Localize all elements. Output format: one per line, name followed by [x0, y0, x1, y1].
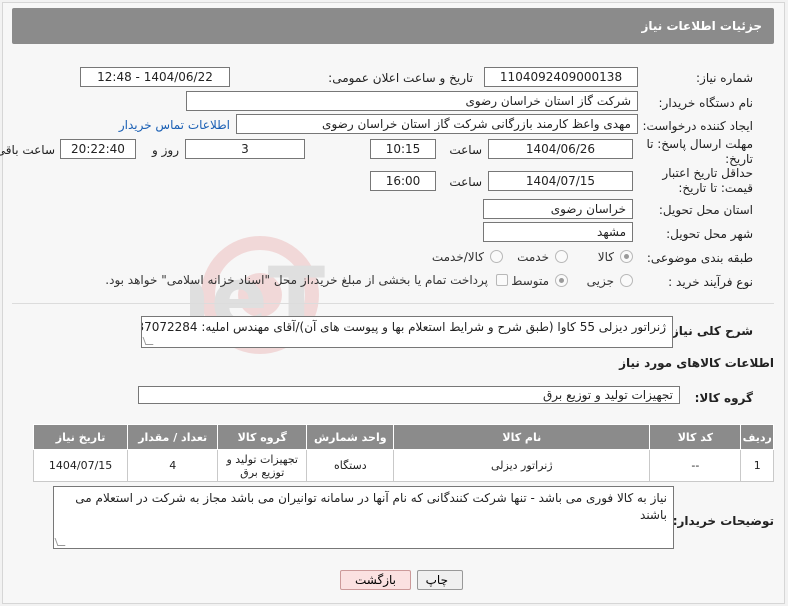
- buyer-notes-label: توضیحات خریدار:: [672, 514, 774, 528]
- cell-code: --: [649, 449, 742, 482]
- price-validity-label: حداقل تاریخ اعتبار قیمت: تا تاریخ:: [662, 166, 753, 195]
- buyer-notes-field: نیاز به کالا فوری می باشد - تنها شرکت کن…: [53, 486, 674, 549]
- items-table-header: ردیف کد کالا نام کالا واحد شمارش گروه کا…: [32, 424, 774, 450]
- section-divider: [12, 303, 774, 304]
- buyer-notes-text: نیاز به کالا فوری می باشد - تنها شرکت کن…: [75, 491, 667, 522]
- reply-time-field: 10:15: [370, 139, 436, 159]
- cell-quantity: 4: [127, 449, 219, 482]
- category-option-goods: کالا: [597, 250, 614, 264]
- column-header-code: کد کالا: [649, 424, 742, 450]
- column-header-date: تاریخ نیاز: [32, 424, 129, 450]
- category-radio-service[interactable]: [555, 250, 568, 263]
- column-header-row: ردیف: [740, 424, 774, 450]
- buyer-org-field: شرکت گاز استان خراسان رضوی: [186, 91, 638, 111]
- remaining-label: ساعت باقی مانده: [0, 143, 55, 157]
- resize-handle-icon[interactable]: [54, 538, 66, 546]
- description-label: شرح کلی نیاز:: [667, 324, 753, 338]
- column-header-group: گروه کالا: [217, 424, 308, 450]
- process-option-medium: متوسط: [511, 274, 549, 288]
- cell-date: 1404/07/15: [32, 449, 129, 482]
- price-time-label: ساعت: [449, 175, 482, 189]
- remaining-time-field: 20:22:40: [60, 139, 136, 159]
- reply-deadline-label: مهلت ارسال پاسخ: تا تاریخ:: [646, 137, 753, 166]
- province-field: خراسان رضوی: [483, 199, 633, 219]
- price-date-field: 1404/07/15: [488, 171, 633, 191]
- days-label: روز و: [152, 143, 179, 157]
- need-number-field: 1104092409000138: [484, 67, 638, 87]
- cell-name: ژنراتور دیزلی: [393, 449, 651, 482]
- description-field: ژنراتور دیزلی 55 کاوا (طبق شرح و شرایط ا…: [141, 316, 673, 348]
- reply-time-label: ساعت: [449, 143, 482, 157]
- buyer-org-label: نام دستگاه خریدار:: [658, 96, 754, 110]
- column-header-name: نام کالا: [393, 424, 651, 450]
- cell-row-number: 1: [740, 449, 774, 482]
- creator-label: ایجاد کننده درخواست:: [642, 119, 753, 133]
- goods-group-label: گروه کالا:: [694, 391, 753, 405]
- buyer-contact-link[interactable]: اطلاعات تماس خریدار: [119, 118, 230, 132]
- column-header-unit: واحد شمارش: [306, 424, 395, 450]
- reply-date-field: 1404/06/26: [488, 139, 633, 159]
- items-table: ردیف کد کالا نام کالا واحد شمارش گروه کا…: [32, 424, 774, 482]
- cell-group: تجهیزات تولید و توزیع برق: [217, 449, 308, 482]
- creator-field: مهدی واعظ کارمند بازرگانی شرکت گاز استان…: [236, 114, 638, 134]
- price-time-field: 16:00: [370, 171, 436, 191]
- process-radio-minor[interactable]: [620, 274, 633, 287]
- need-number-label: شماره نیاز:: [696, 71, 753, 85]
- days-count-field: 3: [185, 139, 305, 159]
- city-label: شهر محل تحویل:: [666, 227, 753, 241]
- category-option-service: خدمت: [517, 250, 549, 264]
- print-button[interactable]: چاپ: [417, 570, 463, 590]
- process-radio-medium[interactable]: [555, 274, 568, 287]
- announce-date-field: 1404/06/22 - 12:48: [80, 67, 230, 87]
- resize-handle-icon[interactable]: [142, 337, 154, 345]
- category-option-both: کالا/خدمت: [431, 250, 484, 264]
- page-title-bar: جزئیات اطلاعات نیاز: [12, 8, 774, 44]
- page-title: جزئیات اطلاعات نیاز: [641, 19, 762, 33]
- column-header-quantity: تعداد / مقدار: [127, 424, 219, 450]
- province-label: استان محل تحویل:: [658, 203, 753, 217]
- description-text: ژنراتور دیزلی 55 کاوا (طبق شرح و شرایط ا…: [141, 320, 666, 334]
- back-button[interactable]: بازگشت: [340, 570, 411, 590]
- cell-unit: دستگاه: [306, 449, 395, 482]
- category-radio-goods[interactable]: [620, 250, 633, 263]
- table-row: 1 -- ژنراتور دیزلی دستگاه تجهیزات تولید …: [32, 449, 774, 482]
- process-type-label: نوع فرآیند خرید :: [668, 275, 753, 289]
- items-section-title: اطلاعات کالاهای مورد نیاز: [619, 356, 774, 370]
- city-field: مشهد: [483, 222, 633, 242]
- treasury-payment-checkbox[interactable]: [496, 274, 508, 286]
- process-option-minor: جزیی: [586, 274, 614, 288]
- goods-group-field: تجهیزات تولید و توزیع برق: [138, 386, 680, 404]
- announce-date-label: تاریخ و ساعت اعلان عمومی:: [328, 71, 473, 85]
- treasury-payment-note: پرداخت تمام یا بخشی از مبلغ خرید،از محل …: [105, 273, 488, 287]
- category-label: طبقه بندی موضوعی:: [646, 251, 753, 265]
- category-radio-both[interactable]: [490, 250, 503, 263]
